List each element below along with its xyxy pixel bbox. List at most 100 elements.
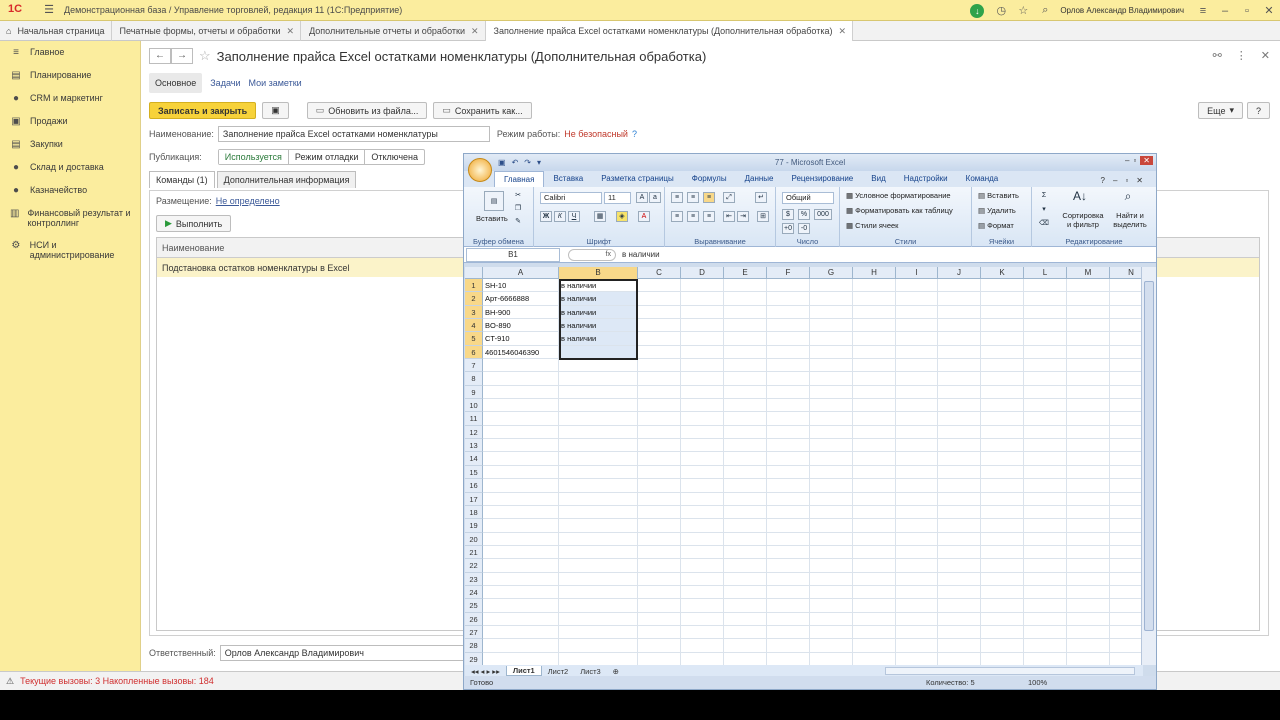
shrink-font-icon[interactable]: a: [649, 192, 661, 203]
cell[interactable]: [810, 372, 853, 386]
cell[interactable]: [810, 479, 853, 493]
cell[interactable]: [681, 625, 724, 640]
cell[interactable]: [559, 532, 638, 546]
decrease-indent-icon[interactable]: ⇤: [723, 211, 735, 222]
subtab-tasks[interactable]: Задачи: [210, 78, 240, 88]
row-number[interactable]: 27: [465, 625, 483, 640]
sidebar-item-finance[interactable]: ▥ Финансовый результат и контроллинг: [0, 202, 140, 234]
cell[interactable]: [681, 412, 724, 426]
cell[interactable]: [938, 572, 981, 586]
cell[interactable]: [1067, 545, 1110, 560]
cell[interactable]: [896, 465, 938, 480]
percent-icon[interactable]: %: [798, 209, 810, 220]
cell[interactable]: [981, 319, 1024, 333]
cell[interactable]: [724, 465, 767, 480]
cell[interactable]: [853, 492, 896, 506]
cell[interactable]: [638, 545, 681, 560]
cell[interactable]: [767, 532, 810, 546]
cell[interactable]: [810, 452, 853, 466]
close-form-icon[interactable]: ✕: [1261, 49, 1270, 62]
cell[interactable]: [724, 572, 767, 586]
cell[interactable]: [559, 625, 638, 640]
row-number[interactable]: 26: [465, 612, 483, 626]
fill-color-icon[interactable]: ◈: [616, 211, 628, 222]
cell[interactable]: [938, 545, 981, 560]
cell[interactable]: [638, 279, 681, 293]
cell[interactable]: [767, 545, 810, 560]
ribbon-tab-formulas[interactable]: Формулы: [683, 171, 736, 187]
cell[interactable]: [638, 465, 681, 480]
cell[interactable]: [1110, 399, 1141, 413]
font-size-select[interactable]: 11: [604, 192, 631, 204]
cell[interactable]: [938, 505, 981, 520]
cell[interactable]: [483, 479, 559, 493]
cell[interactable]: [559, 652, 638, 665]
column-header[interactable]: C: [638, 267, 681, 279]
cell[interactable]: [1067, 425, 1110, 440]
cell[interactable]: [767, 332, 810, 346]
cell[interactable]: [981, 412, 1024, 426]
sidebar-item-planning[interactable]: ▤ Планирование: [0, 64, 140, 87]
office-button[interactable]: [468, 158, 492, 182]
save-as-button[interactable]: ▭ Сохранить как...: [433, 102, 532, 119]
cell[interactable]: [559, 412, 638, 426]
column-header[interactable]: G: [810, 267, 853, 279]
cell[interactable]: [896, 372, 938, 386]
cell[interactable]: [767, 412, 810, 426]
conditional-formatting-button[interactable]: ▦ Условное форматирование: [846, 191, 951, 200]
cell[interactable]: [1110, 439, 1141, 453]
cell[interactable]: [681, 319, 724, 333]
cell[interactable]: [681, 292, 724, 306]
cell[interactable]: [938, 412, 981, 426]
cell[interactable]: [559, 452, 638, 466]
cell[interactable]: [981, 545, 1024, 560]
cell[interactable]: [853, 345, 896, 360]
cell[interactable]: [681, 479, 724, 493]
cell[interactable]: [559, 492, 638, 506]
settings-icon[interactable]: ≡: [1192, 5, 1214, 17]
cell[interactable]: [724, 332, 767, 346]
cell[interactable]: [981, 585, 1024, 600]
cell[interactable]: [724, 385, 767, 400]
cell[interactable]: [559, 599, 638, 613]
cell[interactable]: [981, 599, 1024, 613]
tab-home[interactable]: ⌂ Начальная страница: [0, 21, 112, 41]
select-all-corner[interactable]: [465, 267, 483, 279]
cell[interactable]: [483, 505, 559, 520]
cell[interactable]: [1024, 345, 1067, 360]
ribbon-tab-layout[interactable]: Разметка страницы: [592, 171, 683, 187]
cell[interactable]: [1024, 465, 1067, 480]
cell[interactable]: [724, 359, 767, 373]
cell[interactable]: [938, 559, 981, 573]
worksheet-grid[interactable]: ABCDEFGHIJKLMN 1 SH-10 в наличии 2 Арт-66668…: [465, 267, 1141, 665]
cell[interactable]: [896, 505, 938, 520]
cell[interactable]: [810, 572, 853, 586]
cell[interactable]: [1110, 506, 1141, 520]
row-number[interactable]: 11: [465, 412, 483, 426]
cell[interactable]: [1024, 479, 1067, 493]
mode-help-icon[interactable]: ?: [632, 129, 637, 139]
row-number[interactable]: 1: [465, 279, 483, 293]
cell[interactable]: [1110, 279, 1141, 293]
cell[interactable]: [896, 652, 938, 665]
cell[interactable]: [681, 305, 724, 320]
cell[interactable]: [638, 359, 681, 373]
cell[interactable]: [483, 612, 559, 626]
cell[interactable]: [483, 652, 559, 665]
cell[interactable]: [681, 599, 724, 613]
cell[interactable]: [810, 625, 853, 640]
cell[interactable]: [559, 359, 638, 373]
cell[interactable]: [767, 345, 810, 360]
run-button[interactable]: ▶ Выполнить: [156, 215, 232, 232]
cell[interactable]: [767, 359, 810, 373]
cut-icon[interactable]: ✂: [512, 191, 524, 202]
cell[interactable]: [767, 399, 810, 413]
cell[interactable]: [681, 572, 724, 586]
cell[interactable]: [1024, 425, 1067, 440]
more-button[interactable]: Еще ▾: [1198, 102, 1243, 119]
cell[interactable]: [559, 505, 638, 520]
cell[interactable]: [1110, 599, 1141, 613]
paste-icon[interactable]: ▤: [484, 191, 504, 211]
cell[interactable]: [1110, 653, 1141, 665]
row-number[interactable]: 10: [465, 399, 483, 413]
